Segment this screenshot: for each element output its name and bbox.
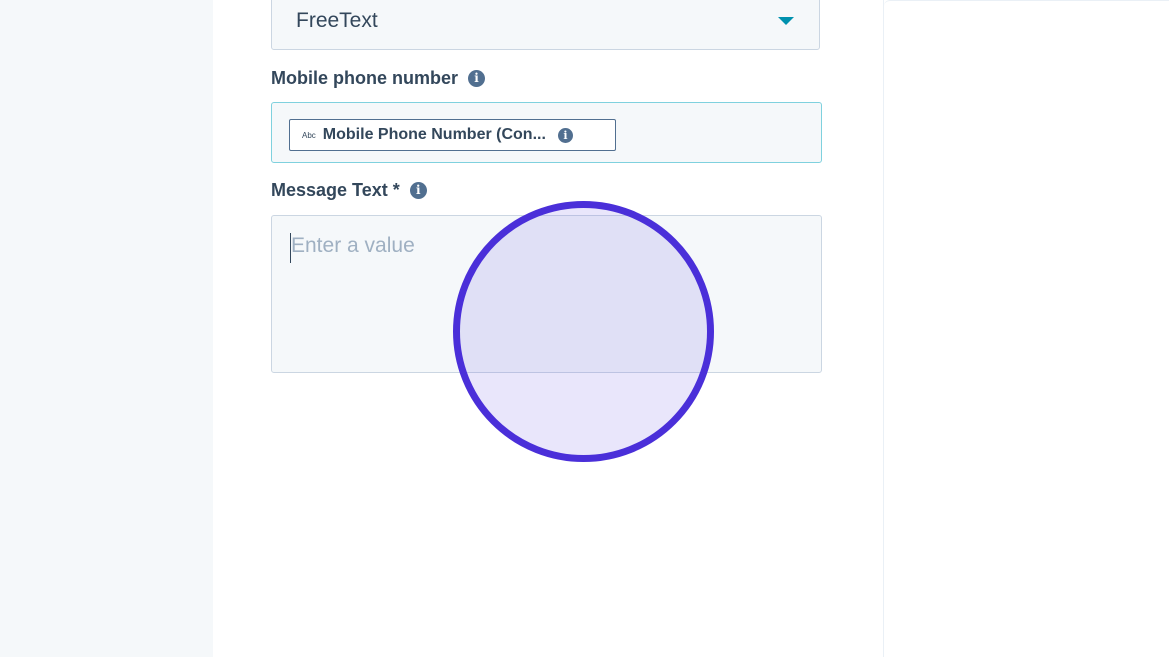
mobile-phone-label-text: Mobile phone number: [271, 68, 458, 88]
caret-down-icon: [778, 17, 794, 25]
mobile-phone-label: Mobile phone number i: [271, 68, 485, 89]
right-pane: [884, 0, 1169, 658]
text-type-badge: Abc: [302, 130, 316, 140]
info-icon[interactable]: i: [468, 70, 485, 87]
left-rail: [0, 0, 213, 657]
message-text-label: Message Text * i: [271, 180, 427, 201]
info-icon[interactable]: i: [409, 182, 427, 199]
click-indicator: [453, 201, 714, 462]
mobile-phone-input[interactable]: Abc Mobile Phone Number (Con... i: [271, 102, 822, 163]
select-value: FreeText: [296, 9, 378, 32]
token-label: Mobile Phone Number (Con...: [322, 126, 546, 143]
property-token[interactable]: Abc Mobile Phone Number (Con... i: [289, 119, 616, 151]
info-icon[interactable]: i: [557, 127, 573, 143]
property-type-select[interactable]: FreeText: [271, 0, 820, 50]
message-text-label-text: Message Text *: [271, 180, 400, 200]
textarea-placeholder: Enter a value: [291, 234, 415, 257]
